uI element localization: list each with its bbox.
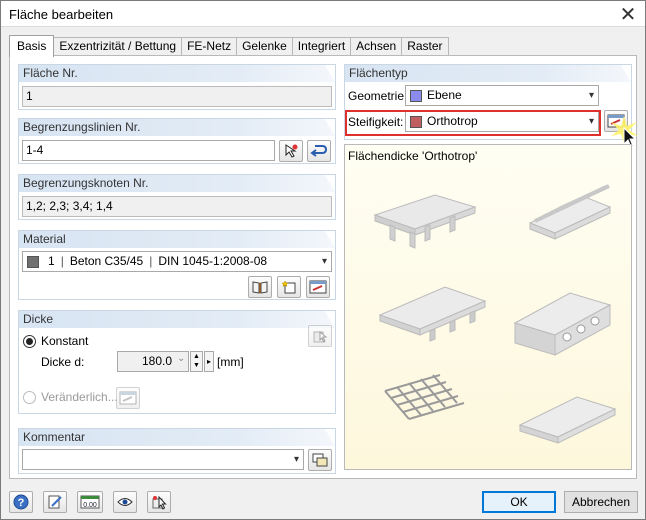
dicke-spinner[interactable]: ▲ ▼ <box>190 351 203 372</box>
dialog-window: Fläche bearbeiten ✕ Basis Exzentrizität … <box>0 0 646 520</box>
material-library-button[interactable] <box>248 276 272 298</box>
svg-text:?: ? <box>18 497 25 509</box>
flaeche-nr-field: 1 <box>22 86 332 107</box>
tab-gelenke[interactable]: Gelenke <box>236 37 293 56</box>
svg-text:0.00: 0.00 <box>83 502 97 509</box>
begrenzungslinien-input[interactable]: 1-4 <box>22 140 275 161</box>
group-header: Dicke <box>19 311 335 328</box>
tab-achsen[interactable]: Achsen <box>350 37 403 56</box>
veraenderlich-edit-button[interactable] <box>116 387 140 409</box>
chevron-down-icon: ▾ <box>321 256 327 267</box>
chevron-down-icon: ▾ <box>588 90 594 101</box>
kommentar-input[interactable]: ▾ <box>22 449 304 470</box>
group-header: Flächentyp <box>345 65 631 82</box>
group-header: Begrenzungsknoten Nr. <box>19 175 335 192</box>
bottom-bar: ? 0.00 OK Abbrechen <box>1 483 645 519</box>
kommentar-button[interactable] <box>308 449 332 471</box>
group-flaeche-nr: Fläche Nr. 1 <box>18 64 336 110</box>
eye-icon <box>117 498 133 506</box>
pick-icon <box>313 330 328 343</box>
group-kommentar: Kommentar ▾ <box>18 428 336 474</box>
group-begrenzungslinien: Begrenzungslinien Nr. 1-4 <box>18 118 336 164</box>
tab-raster[interactable]: Raster <box>401 37 449 56</box>
cancel-button[interactable]: Abbrechen <box>564 491 638 513</box>
geometrie-label: Geometrie: <box>348 89 408 103</box>
title-bar: Fläche bearbeiten ✕ <box>1 1 645 27</box>
numeric-button[interactable]: 0.00 <box>77 491 103 513</box>
group-begrenzungsknoten: Begrenzungsknoten Nr. 1,2; 2,3; 3,4; 1,4 <box>18 174 336 220</box>
chevron-down-icon: ▾ <box>293 454 299 465</box>
edit-dialog-icon <box>119 391 137 405</box>
material-norm: DIN 1045-1:2008-08 <box>158 254 268 268</box>
tab-panel-basis: Fläche Nr. 1 Begrenzungslinien Nr. 1-4 B… <box>9 55 638 479</box>
hollow-core-slab-shape <box>513 292 612 356</box>
begrenzungsknoten-field: 1,2; 2,3; 3,4; 1,4 <box>22 196 332 217</box>
ok-button[interactable]: OK <box>482 491 556 513</box>
dicke-pick-button[interactable] <box>308 325 332 347</box>
radio-veraenderlich[interactable] <box>23 391 36 404</box>
edit-material-button[interactable] <box>306 276 330 298</box>
help-button[interactable]: ? <box>9 491 33 513</box>
select-button[interactable] <box>147 491 171 513</box>
preview-panel: Flächendicke 'Orthotrop' <box>344 144 632 470</box>
material-swatch <box>27 255 39 268</box>
material-number: 1 <box>48 254 55 268</box>
select-icon <box>152 495 167 510</box>
unit-label: [mm] <box>217 355 244 369</box>
geometrie-select[interactable]: Ebene ▾ <box>405 85 599 106</box>
new-material-button[interactable] <box>277 276 301 298</box>
separator: | <box>149 254 153 268</box>
separator: | <box>60 254 64 268</box>
window-title: Fläche bearbeiten <box>9 7 114 22</box>
group-dicke: Dicke Konstant Dicke d: 180.0 ⌄ ▲ ▼ ▸ [mm… <box>18 310 336 414</box>
group-header: Begrenzungslinien Nr. <box>19 119 335 136</box>
geometrie-swatch <box>410 89 422 102</box>
group-material: Material 1 | Beton C35/45 | DIN 1045-1:2… <box>18 230 336 300</box>
material-name: Beton C35/45 <box>69 254 144 268</box>
dicke-step-arrow[interactable]: ▸ <box>204 351 214 372</box>
view-button[interactable] <box>113 491 137 513</box>
steifigkeit-highlight <box>345 110 601 136</box>
numeric-icon: 0.00 <box>80 495 100 509</box>
ribbed-slab-shape <box>373 194 477 249</box>
dicke-label: Dicke d: <box>41 355 85 369</box>
tab-bar: Basis Exzentrizität / Bettung FE-Netz Ge… <box>9 35 449 57</box>
tab-basis[interactable]: Basis <box>9 35 55 57</box>
select-lines-button[interactable] <box>307 140 331 162</box>
geometrie-value: Ebene <box>427 88 462 102</box>
konstant-label: Konstant <box>41 334 89 348</box>
book-icon <box>252 281 268 294</box>
corrugated-slab-shape <box>528 184 612 240</box>
group-header: Material <box>19 231 335 248</box>
edit-icon <box>48 495 62 509</box>
comment-list-icon <box>312 453 328 467</box>
group-header: Fläche Nr. <box>19 65 335 82</box>
grid-mesh-shape <box>384 374 465 420</box>
radio-konstant[interactable] <box>23 335 36 348</box>
material-select[interactable]: 1 | Beton C35/45 | DIN 1045-1:2008-08 ▾ <box>22 251 332 272</box>
veraenderlich-label: Veränderlich... <box>41 390 118 404</box>
tab-fe-netz[interactable]: FE-Netz <box>181 37 238 56</box>
tab-exzentrizitaet[interactable]: Exzentrizität / Bettung <box>53 37 183 56</box>
new-sheet-icon <box>281 280 296 294</box>
group-header: Kommentar <box>19 429 335 446</box>
loop-arrow-icon <box>310 145 328 157</box>
plain-slab-shape <box>518 396 617 444</box>
slab-with-ribs-shape <box>378 286 487 342</box>
pick-arrow-icon <box>285 144 298 158</box>
close-icon[interactable]: ✕ <box>613 1 643 27</box>
orthotropic-slabs-illustration <box>373 184 617 444</box>
tab-integriert[interactable]: Integriert <box>291 37 352 56</box>
pick-lines-button[interactable] <box>279 140 303 162</box>
help-icon: ? <box>13 494 29 510</box>
chevron-down-icon[interactable]: ⌄ <box>177 353 185 364</box>
edit-button[interactable] <box>43 491 67 513</box>
edit-dialog-icon <box>309 280 327 294</box>
